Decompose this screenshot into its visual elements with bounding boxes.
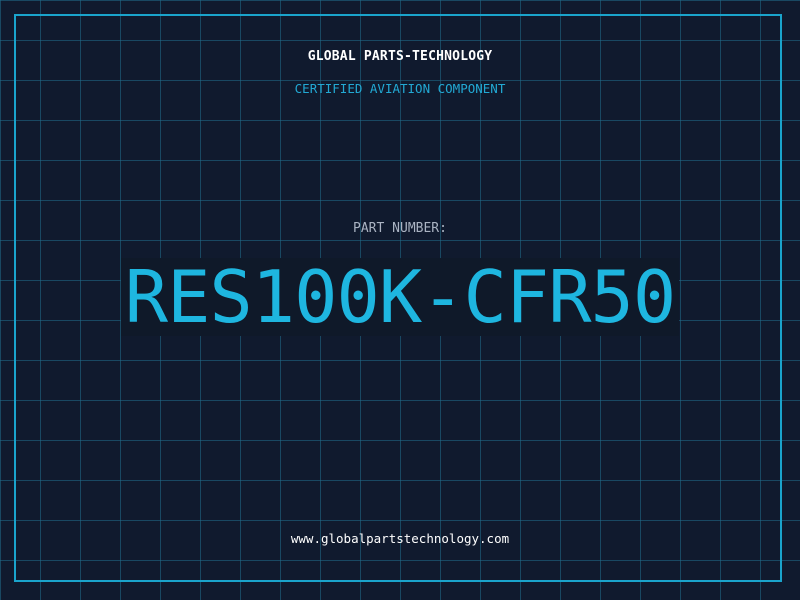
website-url: www.globalpartstechnology.com: [290, 531, 510, 546]
part-number-label: PART NUMBER:: [353, 221, 447, 236]
company-name: GLOBAL PARTS-TECHNOLOGY: [307, 49, 493, 64]
part-number-container: RES100K-CFR50: [0, 258, 800, 336]
label-canvas: GLOBAL PARTS-TECHNOLOGY CERTIFIED AVIATI…: [0, 0, 800, 600]
certification-subtitle: CERTIFIED AVIATION COMPONENT: [294, 81, 506, 96]
part-number-value: RES100K-CFR50: [120, 258, 680, 336]
